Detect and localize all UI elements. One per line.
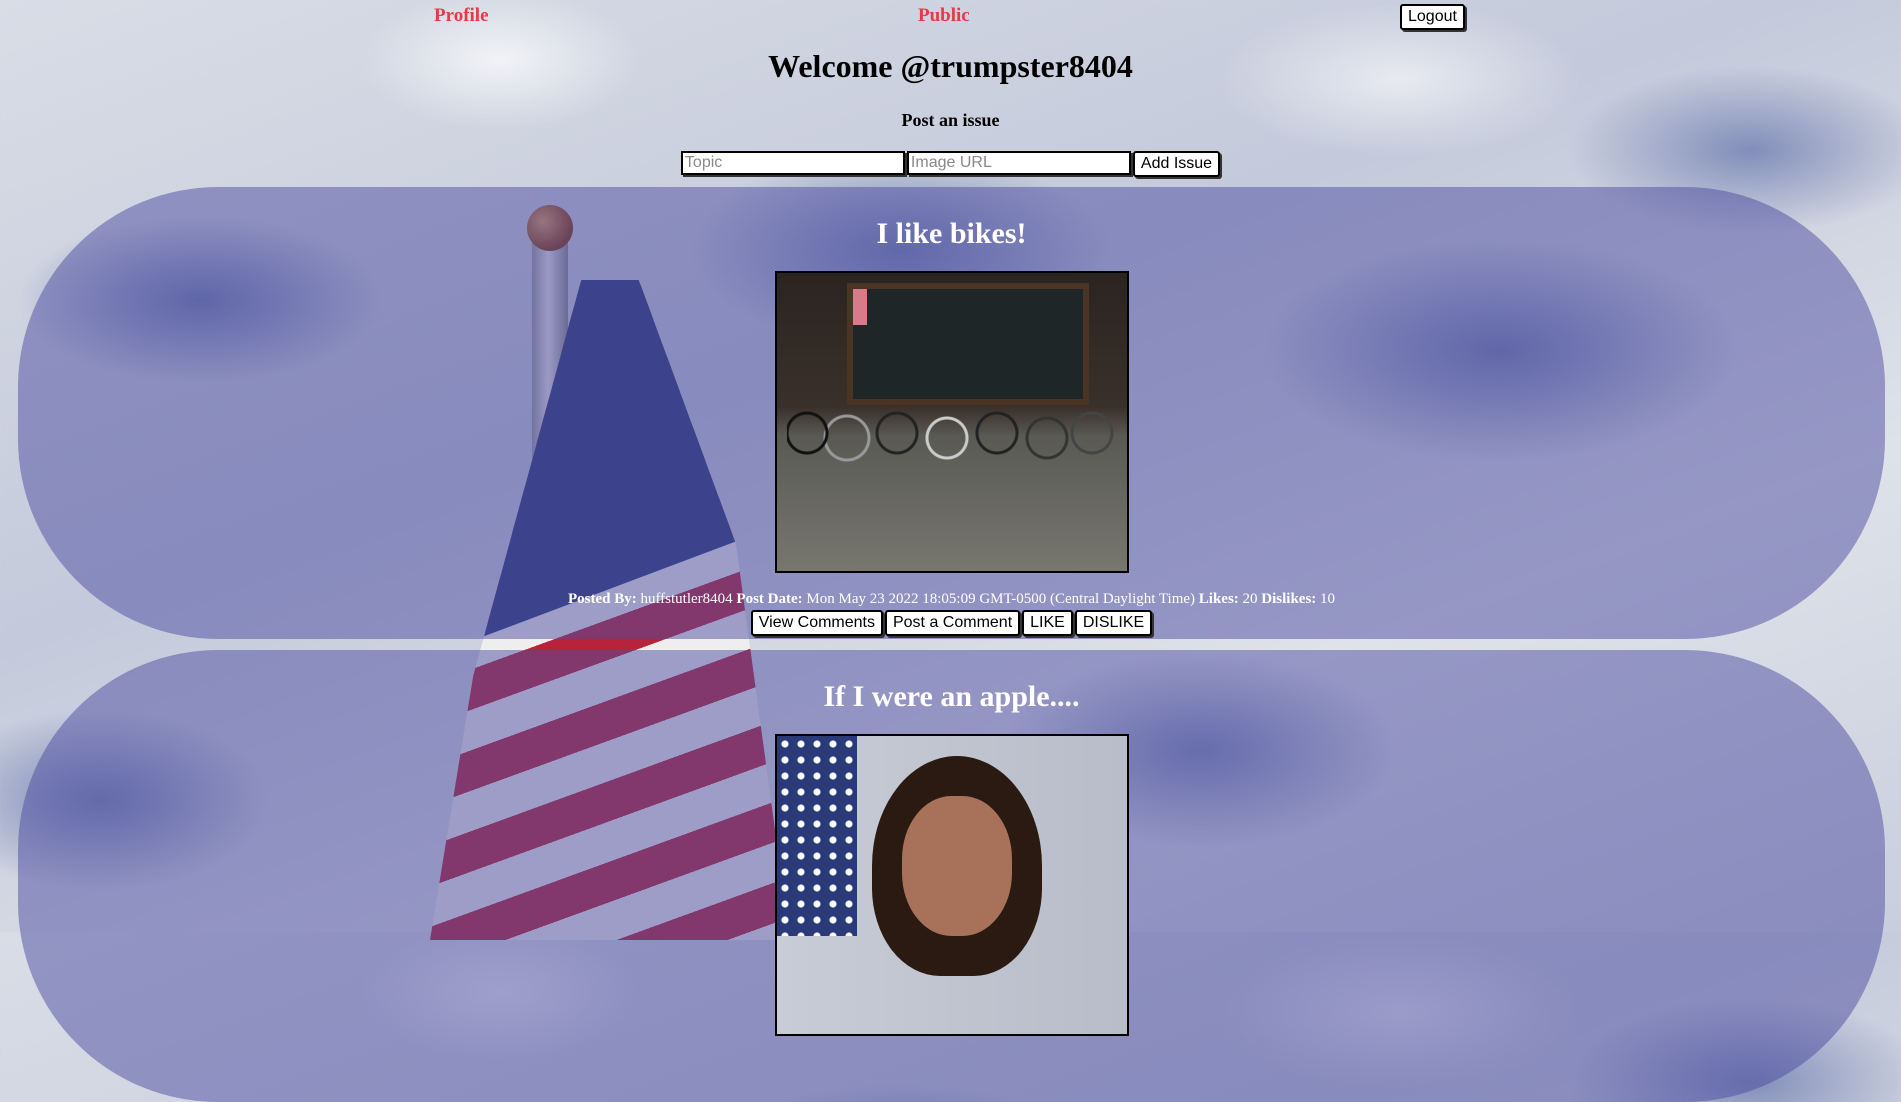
issue-image	[774, 734, 1129, 1036]
like-button[interactable]: LIKE	[1022, 610, 1073, 636]
image-url-input[interactable]	[906, 151, 1131, 175]
add-issue-button[interactable]: Add Issue	[1132, 151, 1221, 177]
dislikes-label: Dislikes:	[1261, 591, 1317, 607]
view-comments-button[interactable]: View Comments	[750, 610, 883, 636]
post-date-value: Mon May 23 2022 18:05:09 GMT-0500 (Centr…	[806, 591, 1196, 607]
dislike-button[interactable]: DISLIKE	[1074, 610, 1153, 636]
issue-card: If I were an apple....	[18, 650, 1885, 1102]
posted-by-value: huffstutler8404	[640, 591, 733, 607]
image-sign	[852, 289, 867, 325]
issue-title: I like bikes!	[876, 217, 1027, 250]
issue-image	[774, 271, 1129, 573]
issue-title: If I were an apple....	[823, 680, 1080, 713]
posted-by-label: Posted By:	[567, 591, 637, 607]
likes-value: 20	[1242, 591, 1258, 607]
image-flag	[776, 736, 857, 936]
issue-meta: Posted By: huffstutler8404 Post Date: Mo…	[18, 591, 1885, 608]
post-issue-label: Post an issue	[901, 110, 1000, 130]
dislikes-value: 10	[1320, 591, 1336, 607]
top-navigation: Profile Public Logout	[0, 0, 1901, 34]
nav-profile-link[interactable]: Profile	[434, 5, 489, 27]
post-date-label: Post Date:	[736, 591, 803, 607]
nav-public-link[interactable]: Public	[918, 5, 970, 27]
logout-button[interactable]: Logout	[1400, 4, 1465, 30]
post-comment-button[interactable]: Post a Comment	[884, 610, 1021, 636]
image-bikes	[786, 383, 1117, 463]
welcome-heading: Welcome @trumpster8404	[768, 48, 1133, 84]
likes-label: Likes:	[1198, 591, 1239, 607]
add-issue-form: Add Issue	[0, 151, 1901, 177]
issue-actions: View Comments Post a Comment LIKE DISLIK…	[18, 610, 1885, 636]
issue-card: I like bikes! Posted By: huffstutler8404…	[18, 187, 1885, 639]
image-face	[901, 796, 1012, 936]
topic-input[interactable]	[680, 151, 905, 175]
